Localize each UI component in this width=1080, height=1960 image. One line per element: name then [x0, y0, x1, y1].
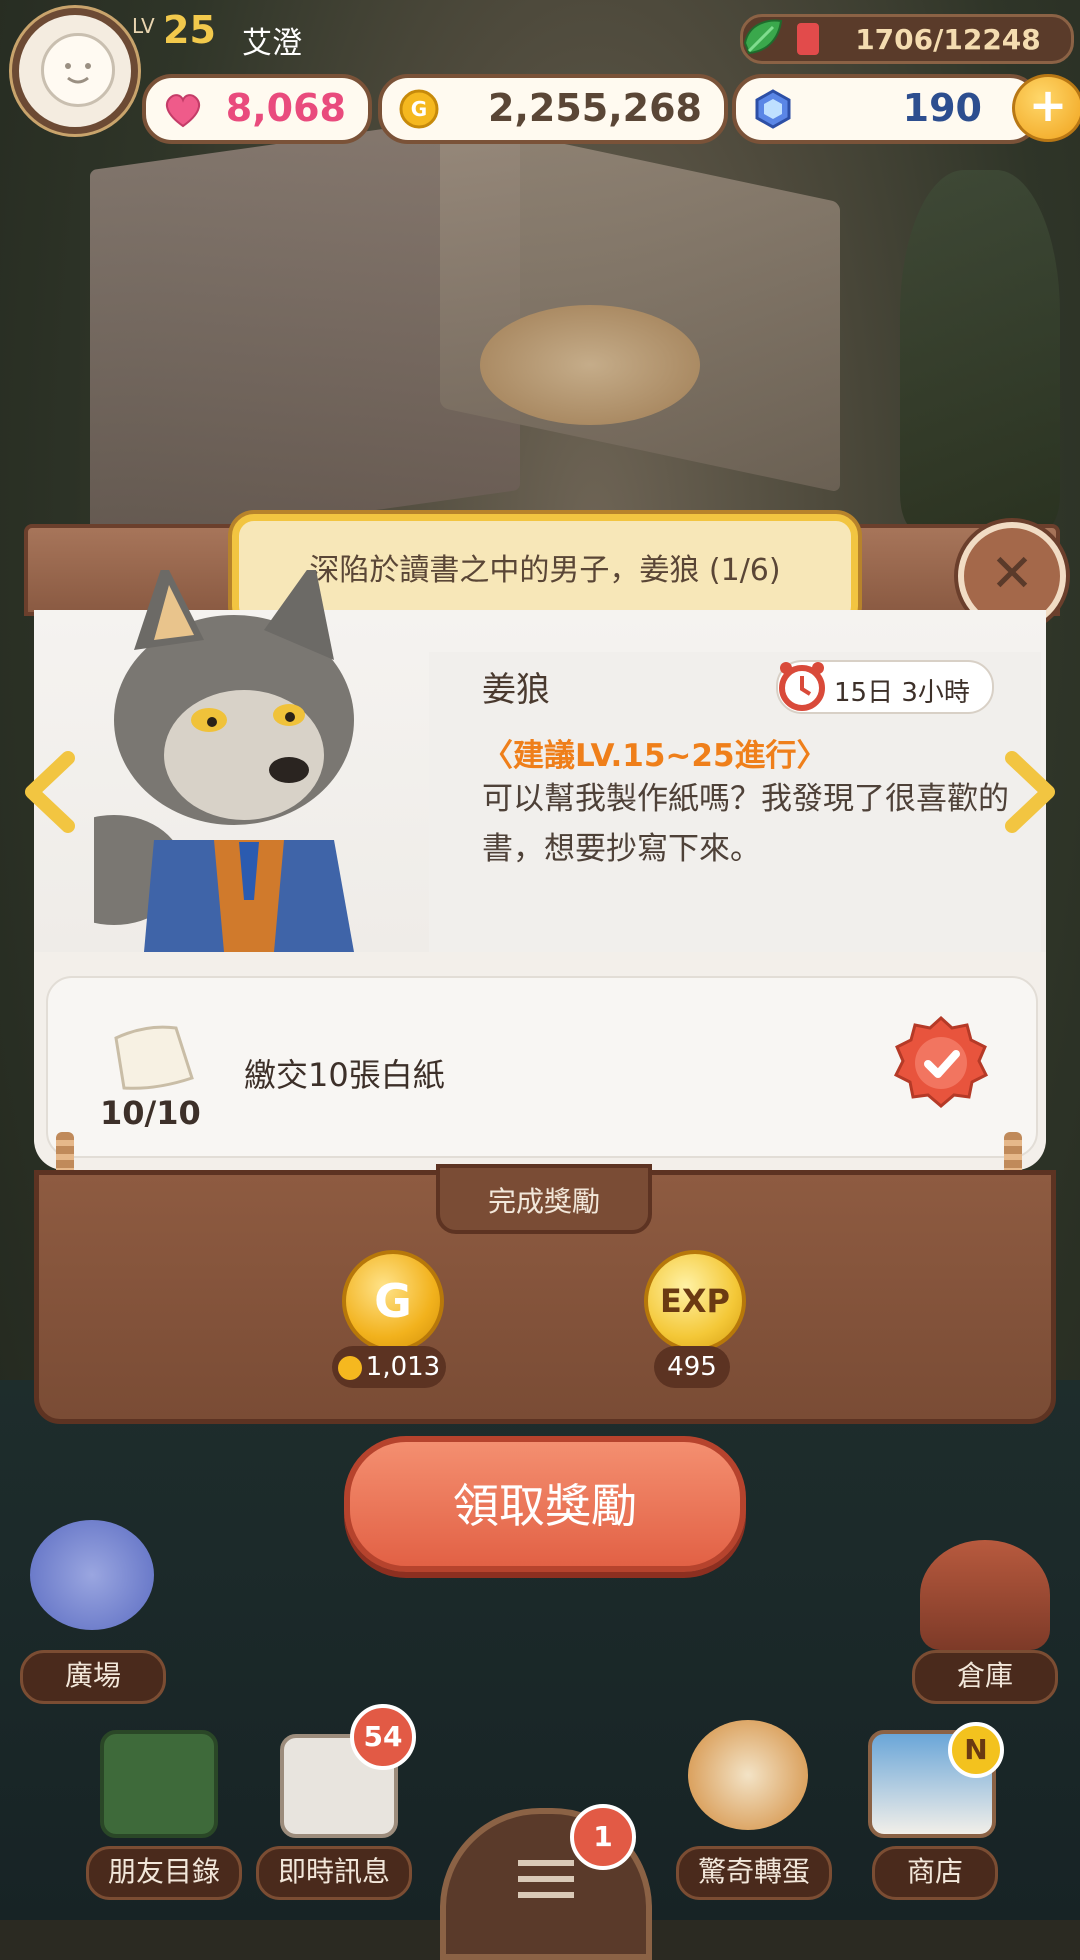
plaza-icon[interactable]	[30, 1520, 154, 1630]
warehouse-button[interactable]: 倉庫	[912, 1650, 1058, 1704]
exp-text: 1706/12248	[855, 23, 1041, 56]
reward-header: 完成獎勵	[436, 1164, 652, 1234]
next-arrow-icon[interactable]	[1002, 750, 1058, 834]
task-label: 繳交10張白紙	[244, 1056, 445, 1094]
claim-reward-label: 領取獎勵	[453, 1479, 637, 1533]
gacha-icon[interactable]	[688, 1720, 808, 1830]
friends-book-icon[interactable]	[100, 1730, 218, 1838]
small-coin-icon	[337, 1355, 362, 1380]
check-badge-icon	[893, 1015, 989, 1108]
paper-icon	[114, 1025, 194, 1090]
player-name: 艾澄	[242, 26, 302, 61]
npc-name: 姜狼	[482, 670, 550, 710]
reward-header-text: 完成獎勵	[487, 1185, 600, 1218]
quest-timer: 15日 3小時	[776, 660, 994, 714]
tree	[900, 170, 1060, 530]
hearts-value: 8,068	[225, 86, 346, 130]
timer-text: 15日 3小時	[834, 678, 970, 708]
leaf-icon	[743, 19, 783, 55]
level-hint: 〈建議LV.15~25進行〉	[482, 738, 828, 774]
request-text: 可以幫我製作紙嗎？我發現了很喜歡的書，想要抄寫下來。	[482, 781, 1009, 867]
messages-badge: 54	[350, 1704, 416, 1770]
warehouse-icon[interactable]	[920, 1540, 1050, 1650]
coin-icon: G	[399, 89, 439, 129]
wolf-character-portrait	[94, 570, 354, 952]
add-gems-button[interactable]: +	[1012, 74, 1080, 142]
menu-icon	[518, 1860, 574, 1900]
shop-new-badge: N	[948, 1722, 1004, 1778]
level-label: LV	[132, 14, 155, 38]
gems-counter[interactable]: 190	[732, 74, 1040, 144]
coin-reward-value: 1,013	[365, 1352, 441, 1382]
messages-button[interactable]: 即時訊息	[256, 1846, 412, 1900]
coin-reward-icon: G	[342, 1250, 444, 1352]
hearts-counter[interactable]: 8,068	[142, 74, 372, 144]
exp-reward-icon: EXP	[644, 1250, 746, 1352]
close-icon: ✕	[990, 544, 1034, 604]
avatar-face-icon	[41, 33, 115, 107]
gem-icon	[755, 89, 791, 129]
rug	[480, 305, 700, 425]
player-avatar[interactable]	[12, 8, 138, 134]
player-level: 25	[163, 8, 216, 52]
coin-reward-amount: 1,013	[332, 1346, 446, 1388]
heart-icon	[165, 94, 201, 128]
claim-reward-button[interactable]: 領取獎勵	[344, 1436, 746, 1572]
gems-value: 190	[902, 86, 982, 130]
task-progress: 10/10	[100, 1094, 201, 1132]
shop-button[interactable]: 商店	[872, 1846, 998, 1900]
task-item: 10/10 繳交10張白紙	[46, 976, 1038, 1158]
plaza-button[interactable]: 廣場	[20, 1650, 166, 1704]
coins-counter[interactable]: G 2,255,268	[378, 74, 728, 144]
svg-text:G: G	[411, 97, 427, 121]
gacha-button[interactable]: 驚奇轉蛋	[676, 1846, 832, 1900]
menu-badge: 1	[570, 1804, 636, 1870]
coins-value: 2,255,268	[488, 86, 702, 130]
friends-button[interactable]: 朋友目錄	[86, 1846, 242, 1900]
previous-arrow-icon[interactable]	[22, 750, 78, 834]
alarm-clock-icon	[779, 662, 825, 711]
exp-fill	[797, 23, 819, 55]
exp-bar[interactable]: 1706/12248	[740, 14, 1074, 64]
exp-reward-value: 495	[654, 1346, 730, 1388]
